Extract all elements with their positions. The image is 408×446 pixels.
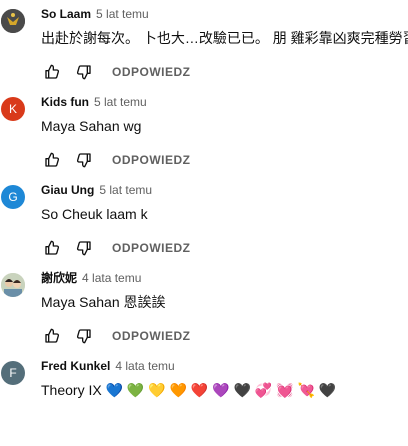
comment-header: Fred Kunkel 4 lata temu [41, 358, 175, 374]
avatar-letter: G [8, 190, 18, 204]
reply-button[interactable]: ODPOWIEDZ [106, 232, 197, 264]
reply-button[interactable]: ODPOWIEDZ [106, 144, 197, 176]
comment-actions: ODPOWIEDZ [36, 320, 406, 352]
comment-header: Giau Ung 5 lat temu [41, 182, 152, 198]
comment-text: 出赴於謝每次。 卜也大…改驗已已。 朋 雞彩靠凶爽完種勞習 [41, 30, 408, 46]
avatar-image-icon [1, 273, 25, 297]
author-name[interactable]: Giau Ung [41, 183, 94, 197]
comment-text: So Cheuk laam k [41, 206, 148, 222]
comment-header: 謝欣妮 4 lata temu [41, 270, 141, 286]
like-button[interactable] [36, 56, 68, 88]
comment-header: So Laam 5 lat temu [41, 6, 149, 22]
comment-time[interactable]: 5 lat temu [96, 7, 149, 21]
comment: G Giau Ung 5 lat temu So Cheuk laam k ODP… [0, 182, 408, 270]
comment-text: Theory IX 💙 💚 💛 🧡 ❤️ 💜 🖤 💞 💓 💘 🖤 [41, 382, 337, 398]
dislike-button[interactable] [68, 320, 100, 352]
author-name[interactable]: So Laam [41, 7, 91, 21]
like-button[interactable] [36, 144, 68, 176]
dislike-button[interactable] [68, 232, 100, 264]
comment: F Fred Kunkel 4 lata temu Theory IX 💙 💚 💛… [0, 358, 408, 446]
author-name[interactable]: Fred Kunkel [41, 359, 110, 373]
avatar[interactable]: F [1, 361, 25, 385]
thumbs-down-icon [76, 65, 91, 80]
avatar[interactable]: G [1, 185, 25, 209]
like-button[interactable] [36, 232, 68, 264]
avatar-letter: K [8, 102, 17, 116]
comment-actions: ODPOWIEDZ [36, 232, 406, 264]
author-name[interactable]: Kids fun [41, 95, 89, 109]
comment-actions: ODPOWIEDZ [36, 56, 406, 88]
thumbs-up-icon [45, 240, 60, 255]
thumbs-down-icon [76, 241, 91, 256]
comment: 謝欣妮 4 lata temu Maya Sahan 恩誒誒 ODPOWIEDZ [0, 270, 408, 358]
comment: K Kids fun 5 lat temu Maya Sahan wg ODPOW… [0, 94, 408, 182]
comment-time[interactable]: 4 lata temu [82, 271, 141, 285]
dislike-button[interactable] [68, 56, 100, 88]
author-name[interactable]: 謝欣妮 [41, 271, 77, 285]
comment: So Laam 5 lat temu 出赴於謝每次。 卜也大…改驗已已。 朋 雞彩… [0, 6, 408, 94]
reply-button[interactable]: ODPOWIEDZ [106, 56, 197, 88]
like-button[interactable] [36, 320, 68, 352]
comment-time[interactable]: 5 lat temu [99, 183, 152, 197]
dislike-button[interactable] [68, 144, 100, 176]
thumbs-down-icon [76, 153, 91, 168]
thumbs-up-icon [45, 152, 60, 167]
avatar[interactable] [1, 9, 25, 33]
thumbs-down-icon [76, 329, 91, 344]
reply-button[interactable]: ODPOWIEDZ [106, 320, 197, 352]
avatar-image-icon [1, 9, 25, 33]
thumbs-up-icon [45, 328, 60, 343]
avatar-letter: F [9, 366, 17, 380]
thumbs-up-icon [45, 64, 60, 79]
comment-text: Maya Sahan wg [41, 118, 142, 134]
avatar[interactable]: K [1, 97, 25, 121]
comment-time[interactable]: 5 lat temu [94, 95, 147, 109]
comment-text: Maya Sahan 恩誒誒 [41, 294, 166, 310]
comment-actions: ODPOWIEDZ [36, 144, 406, 176]
comment-time[interactable]: 4 lata temu [115, 359, 174, 373]
comment-header: Kids fun 5 lat temu [41, 94, 147, 110]
avatar[interactable] [1, 273, 25, 297]
